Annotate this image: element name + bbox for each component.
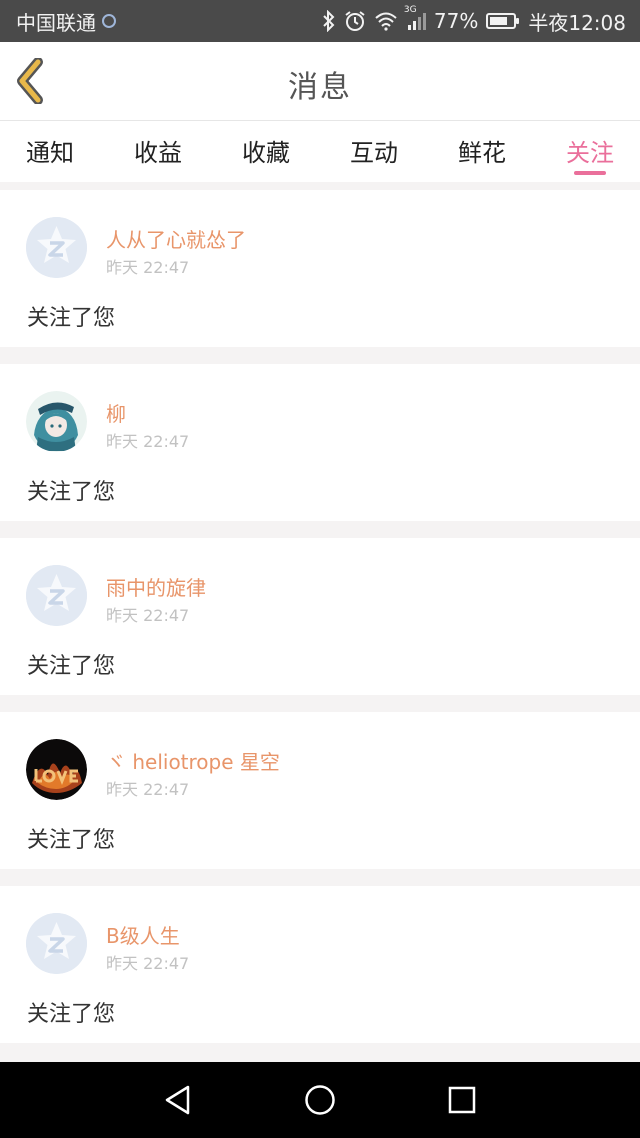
user-name[interactable]: ヾ heliotrope 星空 bbox=[106, 746, 280, 775]
bluetooth-icon bbox=[322, 10, 336, 32]
list-item[interactable]: 柳 昨天 22:47 关注了您 bbox=[0, 364, 640, 521]
tab-label: 收藏 bbox=[242, 139, 290, 167]
tab-label: 关注 bbox=[566, 139, 614, 167]
tab-flowers[interactable]: 鲜花 bbox=[458, 121, 506, 182]
tab-favorites[interactable]: 收藏 bbox=[242, 121, 290, 182]
user-name[interactable]: 柳 bbox=[106, 398, 126, 427]
user-name[interactable]: 雨中的旋律 bbox=[106, 572, 206, 601]
nav-home-button[interactable] bbox=[304, 1084, 336, 1116]
list-item[interactable]: 雨中的旋律 昨天 22:47 关注了您 bbox=[0, 538, 640, 695]
list-item[interactable]: B级人生 昨天 22:47 关注了您 bbox=[0, 886, 640, 1043]
timestamp: 昨天 22:47 bbox=[106, 780, 190, 799]
carrier-name: 中国联通 bbox=[16, 10, 96, 35]
status-bar: 中国联通 3G 77% 半夜12:08 bbox=[0, 0, 640, 42]
notification-message: 关注了您 bbox=[27, 1002, 116, 1027]
triangle-back-icon bbox=[165, 1085, 190, 1115]
tab-label: 鲜花 bbox=[458, 139, 506, 167]
clock-time: 半夜12:08 bbox=[528, 10, 626, 35]
active-tab-indicator bbox=[574, 171, 606, 175]
carrier-group: 中国联通 bbox=[16, 7, 116, 36]
list-item[interactable]: ヾ heliotrope 星空 昨天 22:47 关注了您 bbox=[0, 712, 640, 869]
network-type-label: 3G bbox=[403, 5, 417, 15]
hd-voice-icon bbox=[102, 14, 116, 28]
tab-bar: 通知 收益 收藏 互动 鲜花 关注 bbox=[0, 121, 640, 182]
tab-earnings[interactable]: 收益 bbox=[134, 121, 182, 182]
user-avatar[interactable] bbox=[26, 739, 87, 800]
nav-back-button[interactable] bbox=[162, 1084, 194, 1116]
timestamp: 昨天 22:47 bbox=[106, 432, 190, 451]
tab-label: 互动 bbox=[350, 139, 398, 167]
tab-interactions[interactable]: 互动 bbox=[350, 121, 398, 182]
notification-list: 人从了心就怂了 昨天 22:47 关注了您 柳 昨天 22:47 关注了您 雨中… bbox=[0, 190, 640, 1060]
circle-home-icon bbox=[305, 1085, 335, 1115]
user-avatar[interactable] bbox=[26, 391, 87, 452]
user-name[interactable]: B级人生 bbox=[106, 920, 180, 949]
default-avatar-icon[interactable] bbox=[26, 217, 87, 278]
battery-icon bbox=[486, 13, 520, 29]
list-item[interactable]: 人从了心就怂了 昨天 22:47 关注了您 bbox=[0, 190, 640, 347]
default-avatar-icon[interactable] bbox=[26, 565, 87, 626]
fire-love-avatar-image bbox=[26, 739, 87, 800]
notification-message: 关注了您 bbox=[27, 654, 116, 679]
tab-follows[interactable]: 关注 bbox=[566, 121, 614, 182]
tab-label: 收益 bbox=[134, 139, 182, 167]
user-name[interactable]: 人从了心就怂了 bbox=[106, 224, 246, 253]
notification-message: 关注了您 bbox=[27, 306, 116, 331]
timestamp: 昨天 22:47 bbox=[106, 954, 190, 973]
cellular-signal-icon: 3G bbox=[404, 5, 426, 31]
square-recents-icon bbox=[448, 1086, 476, 1114]
anime-girl-avatar-image bbox=[26, 391, 87, 452]
wifi-icon bbox=[374, 11, 398, 31]
timestamp: 昨天 22:47 bbox=[106, 258, 190, 277]
tab-notifications[interactable]: 通知 bbox=[26, 121, 74, 182]
app-header: 消息 bbox=[0, 42, 640, 121]
alarm-clock-icon bbox=[344, 10, 366, 32]
status-icons: 3G 77% 半夜12:08 bbox=[322, 5, 626, 36]
tab-label: 通知 bbox=[26, 139, 74, 167]
notification-message: 关注了您 bbox=[27, 480, 116, 505]
system-navigation-bar bbox=[0, 1062, 640, 1138]
nav-recents-button[interactable] bbox=[446, 1084, 478, 1116]
default-avatar-icon[interactable] bbox=[26, 913, 87, 974]
battery-percent: 77% bbox=[433, 9, 479, 33]
timestamp: 昨天 22:47 bbox=[106, 606, 190, 625]
notification-message: 关注了您 bbox=[27, 828, 116, 853]
page-title: 消息 bbox=[288, 70, 352, 105]
